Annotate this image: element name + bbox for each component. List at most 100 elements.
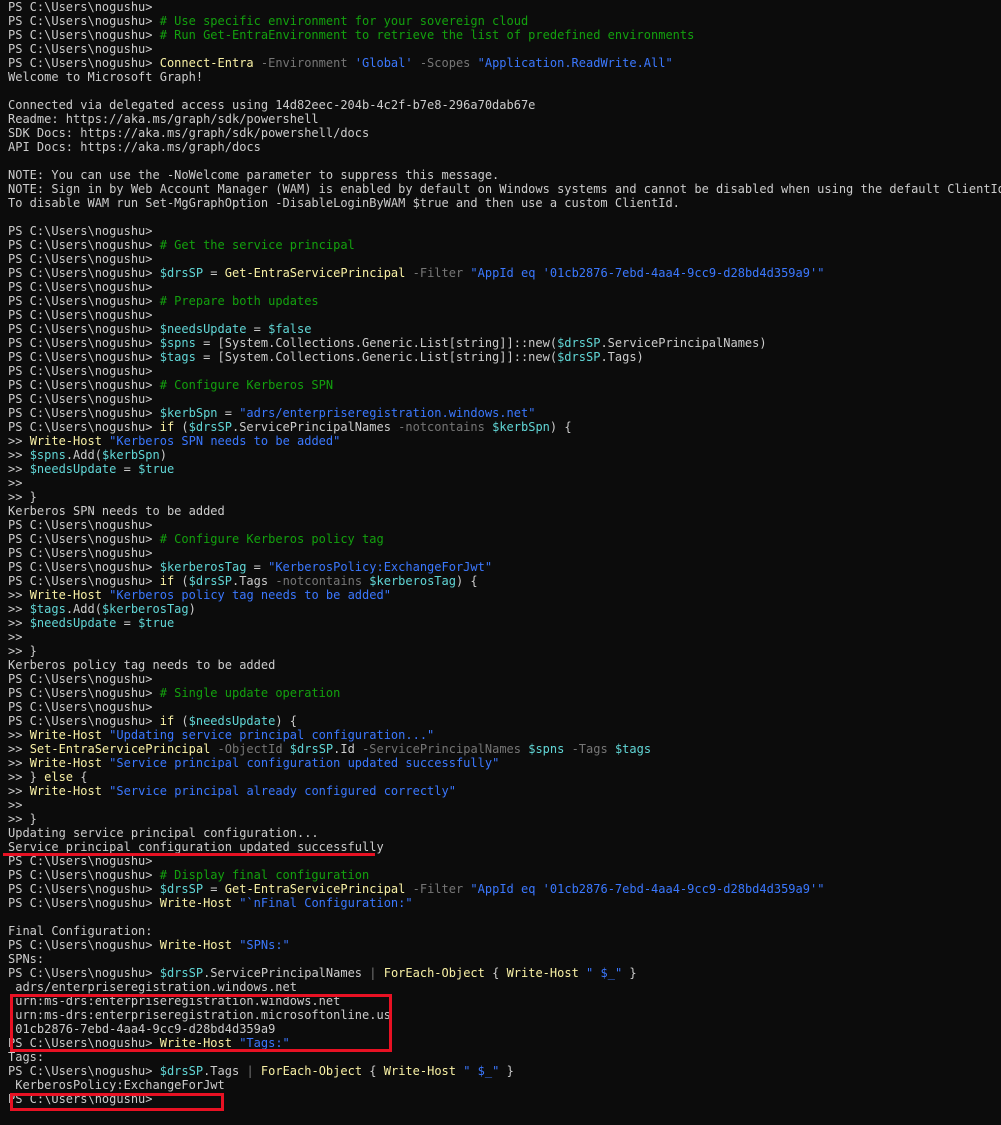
prompt-text: PS C:\Users\nogushu> — [8, 42, 160, 56]
terminal-line: Kerberos policy tag needs to be added — [8, 658, 1001, 672]
terminal-line: PS C:\Users\nogushu> # Prepare both upda… — [8, 294, 1001, 308]
terminal-line: PS C:\Users\nogushu> # Run Get-EntraEnvi… — [8, 28, 1001, 42]
output-text: SPNs: — [8, 952, 45, 966]
output-text: .Tags) — [600, 350, 644, 364]
terminal-line: PS C:\Users\nogushu> # Single update ope… — [8, 686, 1001, 700]
output-text: { — [484, 966, 507, 980]
output-text: .ServicePrincipalNames — [203, 966, 370, 980]
output-text: "`nFinal Configuration:" — [239, 896, 413, 910]
output-text: "Service principal already configured co… — [109, 784, 456, 798]
output-text: " $_" — [463, 1064, 500, 1078]
terminal-line: PS C:\Users\nogushu> — [8, 700, 1001, 714]
prompt-text: PS C:\Users\nogushu> — [8, 854, 160, 868]
prompt-text: PS C:\Users\nogushu> — [8, 308, 160, 322]
prompt-text: >> — [8, 462, 30, 476]
terminal-line: PS C:\Users\nogushu> # Use specific envi… — [8, 14, 1001, 28]
output-text: .Id — [333, 742, 355, 756]
output-text: | — [246, 1064, 254, 1078]
terminal-line: PS C:\Users\nogushu> $kerberosTag = "Ker… — [8, 560, 1001, 574]
prompt-text: >> — [8, 742, 30, 756]
prompt-text: PS C:\Users\nogushu> — [8, 364, 160, 378]
terminal-line: >> Write-Host "Updating service principa… — [8, 728, 1001, 742]
output-text: -ServicePrincipalNames — [354, 742, 529, 756]
output-text: Write-Host — [29, 784, 102, 798]
output-text: "Service principal configuration updated… — [109, 756, 500, 770]
output-text: = [System.Collections.Generic.List[strin… — [195, 336, 558, 350]
prompt-text: PS C:\Users\nogushu> — [8, 1036, 160, 1050]
prompt-text: PS C:\Users\nogushu> — [8, 882, 160, 896]
output-text: "Kerberos policy tag needs to be added" — [109, 588, 391, 602]
terminal-line: PS C:\Users\nogushu> if ($drsSP.ServiceP… — [8, 420, 1001, 434]
output-text: $drsSP — [557, 350, 601, 364]
terminal-line: >> Write-Host "Service principal already… — [8, 784, 1001, 798]
terminal-line: >> — [8, 630, 1001, 644]
prompt-text: PS C:\Users\nogushu> — [8, 350, 160, 364]
output-text: ) { — [275, 714, 298, 728]
output-text: # Run Get-EntraEnvironment to retrieve t… — [159, 28, 695, 42]
prompt-text: >> — [8, 434, 30, 448]
prompt-text: PS C:\Users\nogushu> — [8, 546, 160, 560]
output-text: # Prepare both updates — [159, 294, 319, 308]
output-text: $drsSP — [159, 1064, 204, 1078]
terminal-line: Welcome to Microsoft Graph! — [8, 70, 1001, 84]
terminal-line: Connected via delegated access using 14d… — [8, 98, 1001, 112]
output-text: $kerbSpn — [159, 406, 218, 420]
output-text: = — [246, 322, 269, 336]
output-text: $true — [138, 462, 175, 476]
terminal-line: >> — [8, 798, 1001, 812]
terminal-line: PS C:\Users\nogushu> — [8, 518, 1001, 532]
output-text: -Tags — [564, 742, 615, 756]
output-text: = — [246, 560, 269, 574]
terminal-line: urn:ms-drs:enterpriseregistration.micros… — [8, 1008, 1001, 1022]
output-text: if — [159, 574, 175, 588]
output-text: Connected via delegated access using 14d… — [8, 98, 536, 112]
output-text: Service principal configuration updated … — [8, 840, 384, 854]
output-text: NOTE: Sign in by Web Account Manager (WA… — [8, 182, 1001, 196]
output-text: API Docs: https://aka.ms/graph/docs — [8, 140, 261, 154]
terminal-line: 01cb2876-7ebd-4aa4-9cc9-d28bd4d359a9 — [8, 1022, 1001, 1036]
output-text: 01cb2876-7ebd-4aa4-9cc9-d28bd4d359a9 — [8, 1022, 276, 1036]
output-text: ForEach-Object — [260, 1064, 363, 1078]
prompt-text: PS C:\Users\nogushu> — [8, 0, 160, 14]
output-text: 'Global' — [354, 56, 413, 70]
terminal-line: PS C:\Users\nogushu> $kerbSpn = "adrs/en… — [8, 406, 1001, 420]
prompt-text: PS C:\Users\nogushu> — [8, 672, 160, 686]
terminal-line: Service principal configuration updated … — [8, 840, 1001, 854]
terminal-line: PS C:\Users\nogushu> — [8, 280, 1001, 294]
output-text: Welcome to Microsoft Graph! — [8, 70, 204, 84]
terminal-line: >> } — [8, 812, 1001, 826]
output-text: ( — [174, 714, 189, 728]
prompt-text: PS C:\Users\nogushu> — [8, 406, 160, 420]
terminal-line: >> Write-Host "Kerberos SPN needs to be … — [8, 434, 1001, 448]
terminal-line: PS C:\Users\nogushu> $drsSP = Get-EntraS… — [8, 266, 1001, 280]
prompt-text: PS C:\Users\nogushu> — [8, 700, 160, 714]
output-text: $spns — [159, 336, 196, 350]
output-text: Kerberos SPN needs to be added — [8, 504, 225, 518]
terminal-output[interactable]: PS C:\Users\nogushu> PS C:\Users\nogushu… — [0, 0, 1001, 1123]
terminal-line: PS C:\Users\nogushu> $spns = [System.Col… — [8, 336, 1001, 350]
output-text: $kerberosTag — [101, 602, 189, 616]
terminal-line: PS C:\Users\nogushu> # Configure Kerbero… — [8, 378, 1001, 392]
output-text: $true — [138, 616, 175, 630]
prompt-text: PS C:\Users\nogushu> — [8, 966, 160, 980]
prompt-text: >> } — [8, 812, 37, 826]
prompt-text: >> } — [8, 644, 37, 658]
prompt-text: >> — [8, 448, 30, 462]
output-text: "SPNs:" — [239, 938, 290, 952]
terminal-line: PS C:\Users\nogushu> $drsSP.ServicePrinc… — [8, 966, 1001, 980]
terminal-line: Updating service principal configuration… — [8, 826, 1001, 840]
prompt-text: >> — [8, 476, 30, 490]
output-text: $needsUpdate — [29, 462, 117, 476]
output-text: $drsSP — [159, 882, 204, 896]
output-text: # Get the service principal — [159, 238, 355, 252]
output-text: $kerbSpn — [492, 420, 550, 434]
output-text: $drsSP — [159, 266, 204, 280]
terminal-line: PS C:\Users\nogushu> Write-Host "Tags:" — [8, 1036, 1001, 1050]
output-text: Get-EntraServicePrincipal — [224, 266, 406, 280]
output-text: = — [203, 882, 225, 896]
terminal-line: PS C:\Users\nogushu> $tags = [System.Col… — [8, 350, 1001, 364]
output-text: Write-Host — [29, 756, 102, 770]
